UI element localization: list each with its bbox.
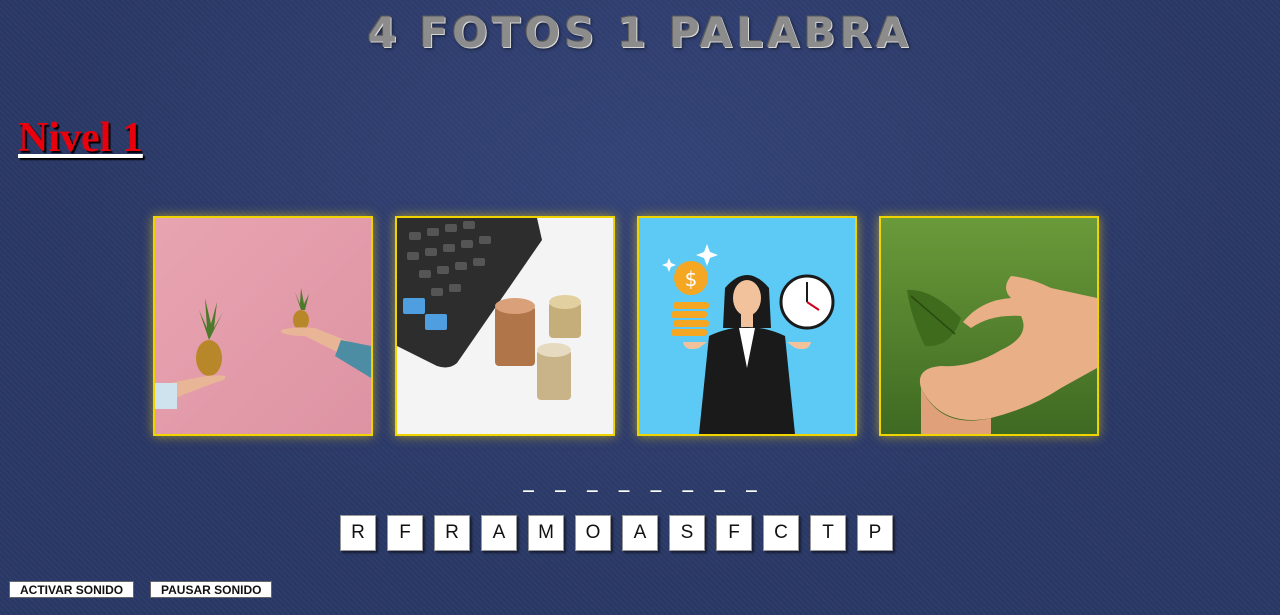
game-title: 4 FOTOS 1 PALABRA (367, 8, 913, 57)
letter-tile[interactable]: R (434, 515, 470, 551)
letter-tile[interactable]: S (669, 515, 705, 551)
businesswoman-money-clock-photo: $ (637, 216, 857, 436)
answer-slot: _ (586, 472, 598, 493)
level-label: Nivel 1 (18, 115, 143, 161)
calculator-coins-photo (395, 216, 615, 436)
answer-slot: _ (554, 472, 566, 493)
hands-leaf-photo (879, 216, 1099, 436)
letter-tile[interactable]: F (387, 515, 423, 551)
answer-slot: _ (714, 472, 726, 493)
letter-tile[interactable]: P (857, 515, 893, 551)
photo-grid: $ (153, 216, 1121, 436)
letter-tile[interactable]: A (622, 515, 658, 551)
svg-text:$: $ (685, 267, 698, 291)
answer-slot: _ (618, 472, 630, 493)
answer-slots: _ _ _ _ _ _ _ _ (0, 472, 1280, 493)
letter-tile[interactable]: R (340, 515, 376, 551)
pause-sound-button[interactable]: PAUSAR SONIDO (150, 581, 273, 598)
letter-tile[interactable]: M (528, 515, 564, 551)
answer-slot: _ (682, 472, 694, 493)
letter-tile[interactable]: O (575, 515, 611, 551)
letter-tile[interactable]: A (481, 515, 517, 551)
letter-tile[interactable]: C (763, 515, 799, 551)
activate-sound-button[interactable]: ACTIVAR SONIDO (9, 581, 135, 598)
letter-tile[interactable]: F (716, 515, 752, 551)
letter-tile[interactable]: T (810, 515, 846, 551)
answer-slot: _ (746, 472, 757, 493)
letter-tiles: R F R A M O A S F C T P (340, 515, 904, 551)
answer-slot: _ (650, 472, 662, 493)
pineapples-photo (153, 216, 373, 436)
answer-slot: _ (523, 472, 534, 493)
